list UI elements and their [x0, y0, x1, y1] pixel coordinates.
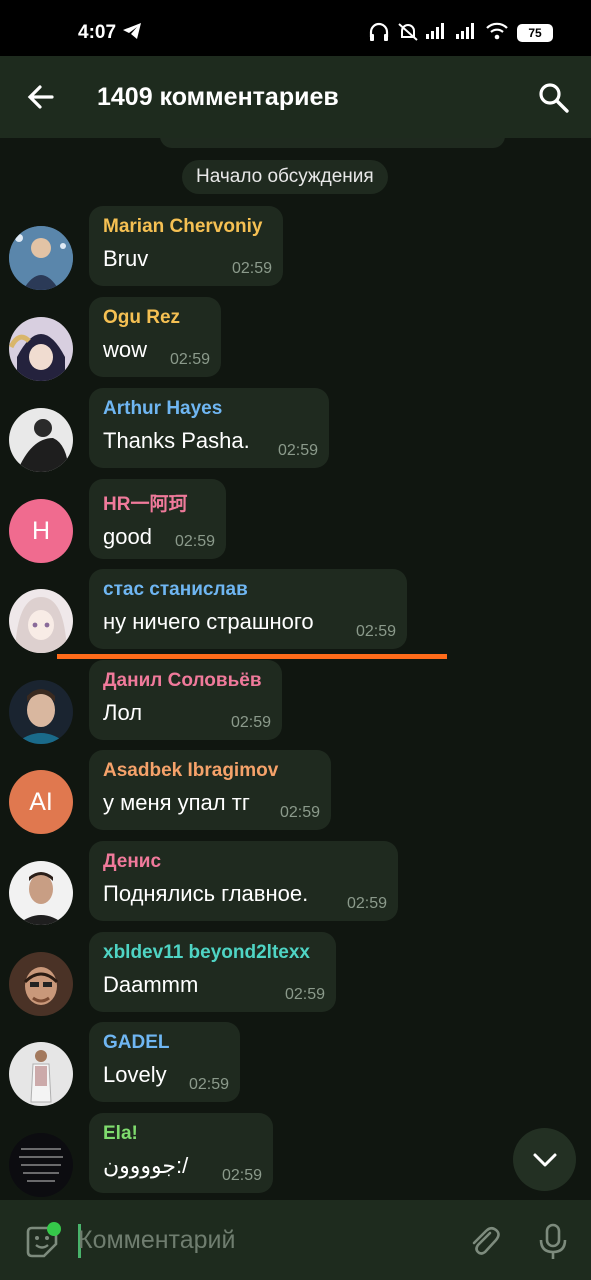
arrow-left-icon: [27, 85, 54, 109]
avatar[interactable]: [9, 1042, 73, 1106]
signal-icon: [425, 22, 447, 45]
message-time: 02:59: [284, 986, 325, 1003]
attach-button[interactable]: [466, 1224, 502, 1260]
sender-name[interactable]: GADEL: [103, 1032, 226, 1054]
message-bubble: Ela! جوووون:/ 02:59: [89, 1113, 273, 1193]
avatar[interactable]: H: [9, 499, 73, 563]
wifi-icon: [485, 22, 509, 45]
sender-name[interactable]: Asadbek Ibragimov: [103, 760, 317, 782]
message-text: ну ничего страшного: [103, 609, 314, 634]
message-item[interactable]: стас станислав ну ничего страшного 02:59: [0, 569, 591, 653]
paperclip-icon: [472, 1226, 500, 1255]
sender-name[interactable]: xbldev11 beyond2ltexx: [103, 942, 322, 964]
message-item[interactable]: Денис Поднялись главное. 02:59: [0, 841, 591, 925]
avatar[interactable]: [9, 408, 73, 472]
message-time: 02:59: [230, 714, 271, 731]
message-item[interactable]: GADEL Lovely 02:59: [0, 1022, 591, 1106]
message-time: 02:59: [188, 1076, 229, 1093]
message-time: 02:59: [355, 623, 396, 640]
search-button[interactable]: [536, 80, 572, 116]
avatar[interactable]: [9, 1133, 73, 1197]
message-time: 02:59: [169, 351, 210, 368]
comment-input-bar: [0, 1200, 591, 1280]
message-bubble: Arthur Hayes Thanks Pasha. 02:59: [89, 388, 329, 468]
search-icon: [539, 83, 569, 113]
sender-name[interactable]: стас станислав: [103, 579, 393, 601]
message-time: 02:59: [221, 1167, 262, 1184]
message-bubble: Данил Соловьёв Лол 02:59: [89, 660, 282, 740]
sender-name[interactable]: Денис: [103, 851, 384, 873]
message-bubble: Ogu Rez wow 02:59: [89, 297, 221, 377]
headphones-icon: [368, 22, 390, 47]
avatar[interactable]: [9, 861, 73, 925]
message-time: 02:59: [279, 804, 320, 821]
avatar[interactable]: [9, 317, 73, 381]
message-bubble: стас станислав ну ничего страшного 02:59: [89, 569, 407, 649]
message-time: 02:59: [174, 533, 215, 550]
discussion-start-label: Начало обсуждения: [182, 160, 388, 194]
status-bar: 4:07 75: [0, 0, 591, 56]
status-time: 4:07: [78, 22, 117, 43]
message-bubble: xbldev11 beyond2ltexx Daammm 02:59: [89, 932, 336, 1012]
notification-dot: [47, 1222, 61, 1236]
avatar[interactable]: [9, 589, 73, 653]
message-bubble: GADEL Lovely 02:59: [89, 1022, 240, 1102]
mute-bell-icon: [397, 22, 419, 47]
message-bubble: HR一阿珂 good 02:59: [89, 479, 226, 559]
sender-name[interactable]: Ela!: [103, 1123, 259, 1145]
highlight-underline: [57, 654, 447, 659]
message-bubble: Денис Поднялись главное. 02:59: [89, 841, 398, 921]
sender-name[interactable]: Ogu Rez: [103, 307, 207, 329]
message-bubble: Marian Chervoniy Bruv 02:59: [89, 206, 283, 286]
signal-icon-2: [455, 22, 477, 45]
page-title: 1409 комментариев: [97, 83, 339, 111]
message-item[interactable]: Marian Chervoniy Bruv 02:59: [0, 206, 591, 290]
scroll-down-button[interactable]: [513, 1128, 576, 1191]
back-button[interactable]: [24, 80, 58, 114]
message-item[interactable]: Ela! جوووون:/ 02:59: [0, 1113, 591, 1197]
microphone-icon: [539, 1223, 567, 1259]
avatar[interactable]: [9, 952, 73, 1016]
avatar[interactable]: [9, 226, 73, 290]
message-time: 02:59: [277, 442, 318, 459]
microphone-button[interactable]: [535, 1222, 571, 1262]
message-bubble: Asadbek Ibragimov у меня упал тг 02:59: [89, 750, 331, 830]
previous-message-bubble: [160, 138, 505, 148]
message-time: 02:59: [346, 895, 387, 912]
comment-input[interactable]: [78, 1220, 438, 1260]
message-time: 02:59: [231, 260, 272, 277]
message-list[interactable]: Начало обсуждения Marian Chervoniy Bruv …: [0, 138, 591, 1200]
sender-name[interactable]: Marian Chervoniy: [103, 216, 269, 238]
avatar[interactable]: AI: [9, 770, 73, 834]
avatar[interactable]: [9, 680, 73, 744]
sender-name[interactable]: HR一阿珂: [103, 489, 212, 516]
battery-indicator: 75: [517, 24, 553, 42]
telegram-icon: [122, 22, 142, 45]
message-item[interactable]: AI Asadbek Ibragimov у меня упал тг 02:5…: [0, 750, 591, 834]
message-item[interactable]: Данил Соловьёв Лол 02:59: [0, 660, 591, 744]
message-item[interactable]: Ogu Rez wow 02:59: [0, 297, 591, 381]
chat-header: 1409 комментариев: [0, 56, 591, 138]
message-item[interactable]: xbldev11 beyond2ltexx Daammm 02:59: [0, 932, 591, 1016]
message-item[interactable]: Arthur Hayes Thanks Pasha. 02:59: [0, 388, 591, 472]
message-text: Поднялись главное.: [103, 881, 309, 906]
sender-name[interactable]: Arthur Hayes: [103, 398, 315, 420]
sender-name[interactable]: Данил Соловьёв: [103, 670, 268, 692]
chevron-down-icon: [533, 1153, 556, 1166]
message-item[interactable]: H HR一阿珂 good 02:59: [0, 479, 591, 563]
